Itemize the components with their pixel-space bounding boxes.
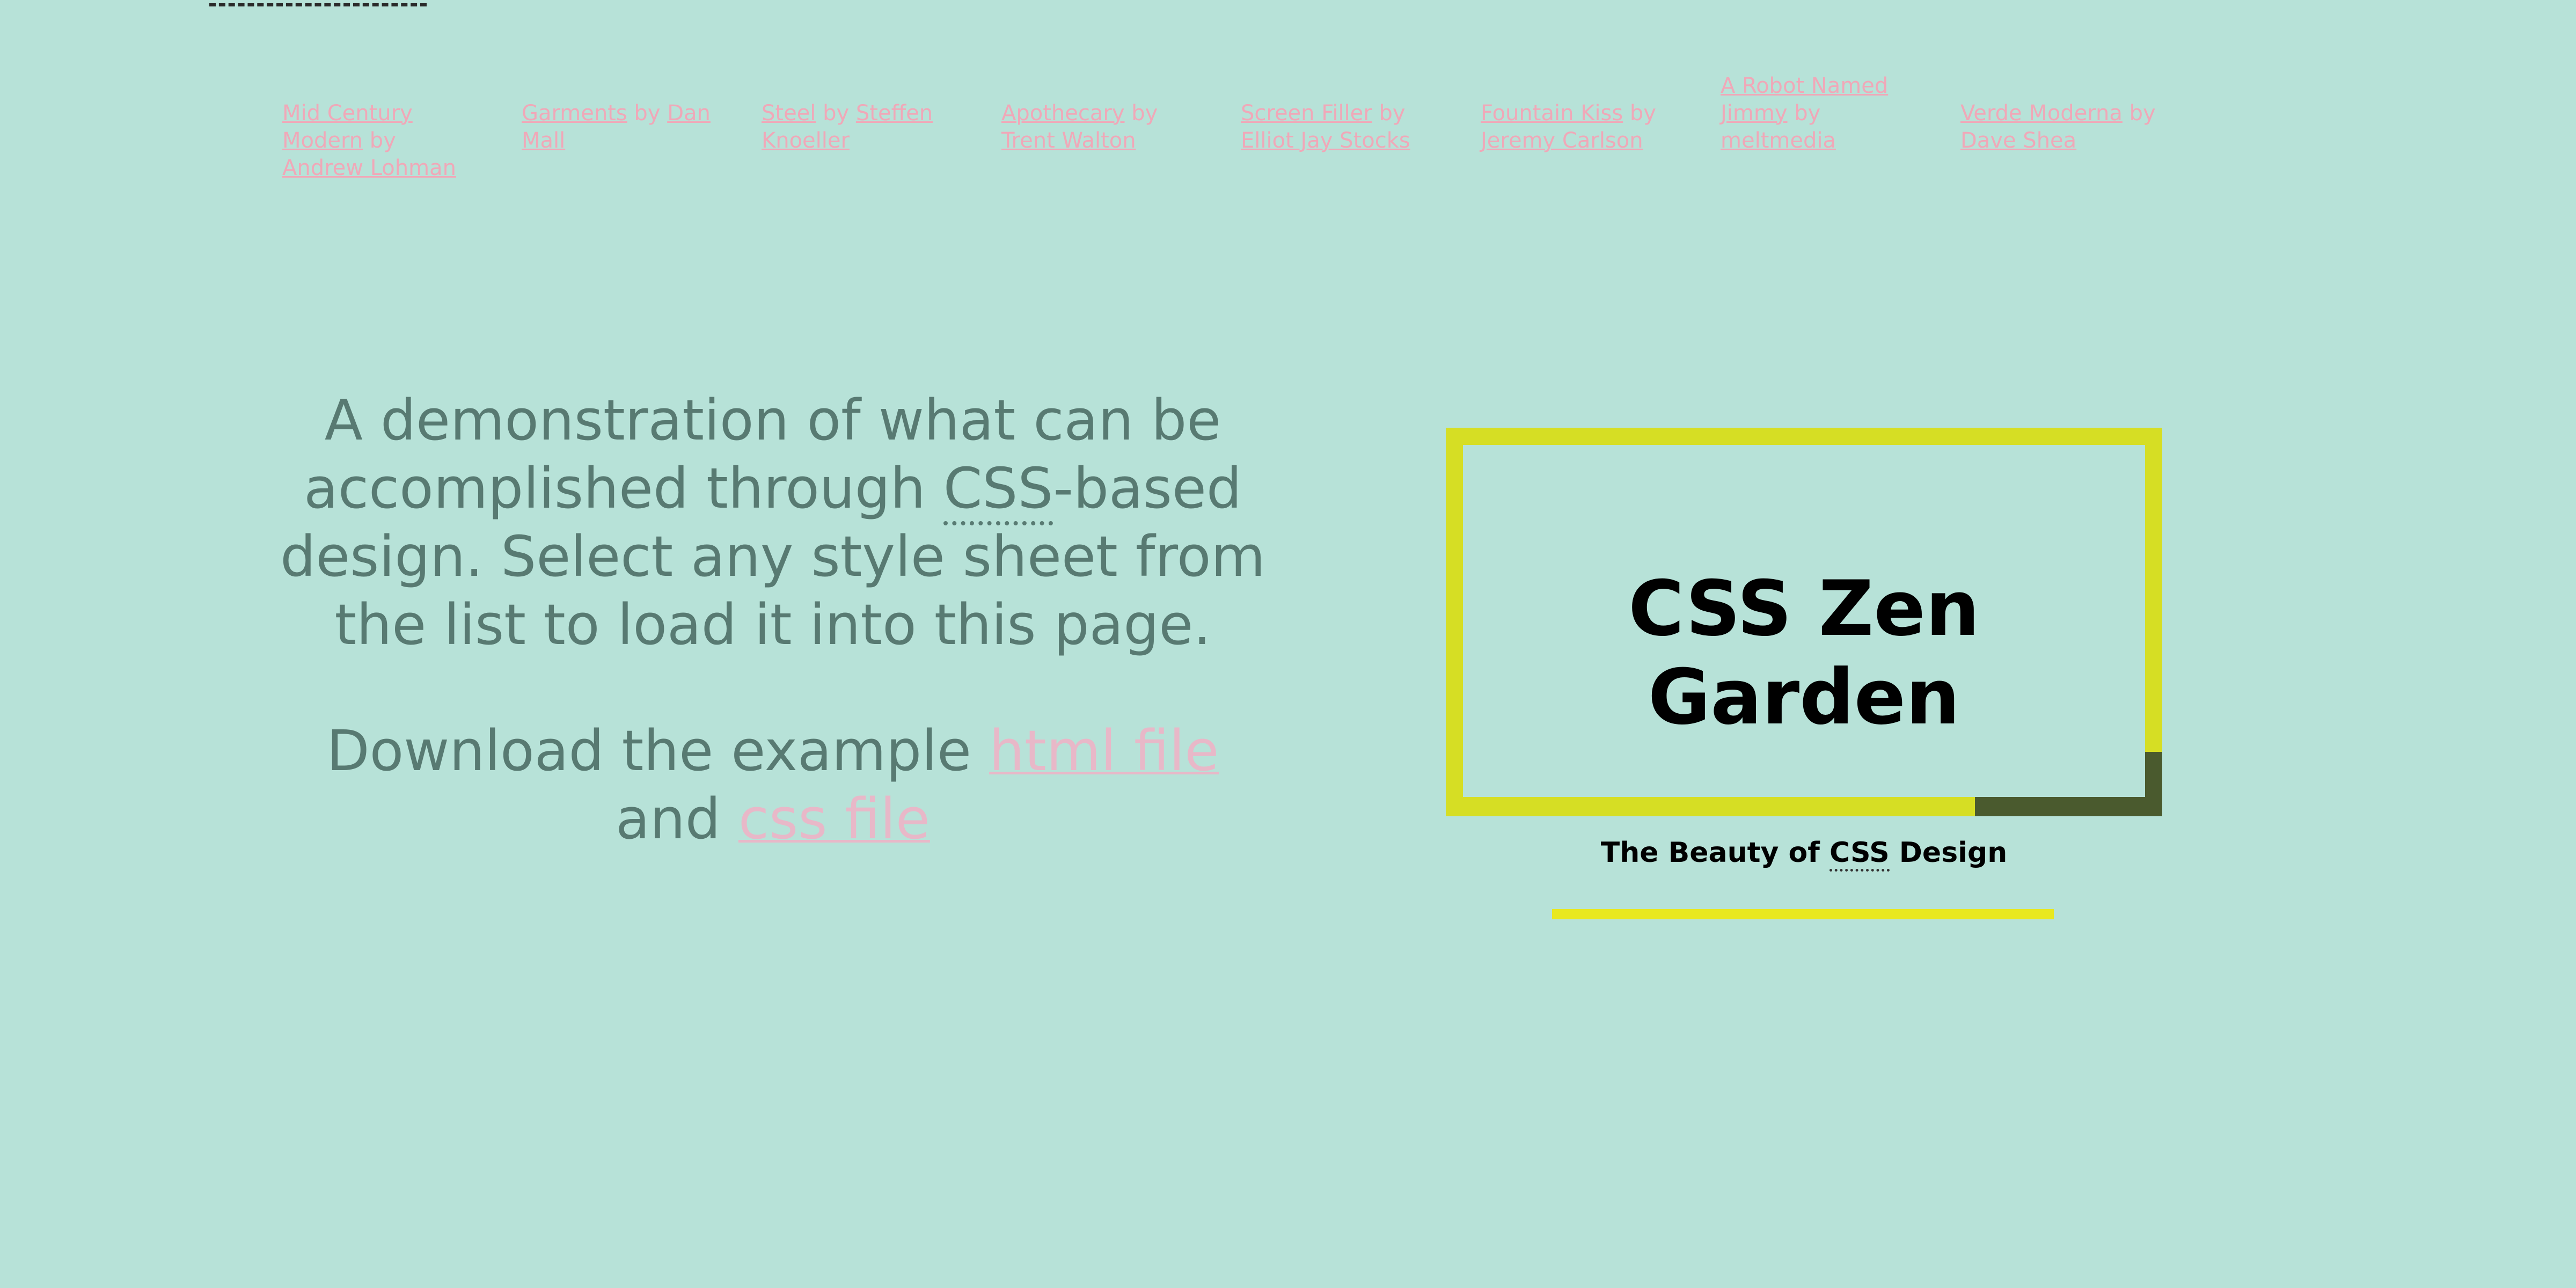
- design-item: Apothecary by Trent Walton: [1001, 100, 1203, 155]
- design-item: Garments by Dan Mall: [522, 100, 723, 155]
- page-title: CSS Zen Garden: [1628, 565, 1980, 742]
- design-author-link[interactable]: Jeremy Carlson: [1481, 128, 1643, 153]
- design-title-link[interactable]: Verde Moderna: [1960, 101, 2123, 126]
- design-title-link[interactable]: Apothecary: [1001, 101, 1125, 126]
- design-item: Mid Century Modern by Andrew Lohman: [282, 100, 484, 182]
- design-by-text: by: [369, 128, 396, 153]
- intro-description: A demonstration of what can be accomplis…: [279, 386, 1267, 659]
- design-title-link[interactable]: Screen Filler: [1241, 101, 1372, 126]
- title-frame: CSS Zen Garden: [1446, 428, 2162, 816]
- frame-corner-accent: [1975, 797, 2162, 816]
- design-by-text: by: [1131, 101, 1158, 126]
- css-abbreviation: CSS: [1829, 837, 1890, 872]
- design-by-text: by: [823, 101, 850, 126]
- design-item: Fountain Kiss by Jeremy Carlson: [1481, 100, 1682, 155]
- design-item: Verde Moderna by Dave Shea: [1960, 100, 2162, 155]
- css-file-link[interactable]: css file: [738, 786, 930, 852]
- design-item: A Robot Named Jimmy by meltmedia: [1721, 72, 1922, 155]
- download-and-text: and: [616, 786, 738, 852]
- page-tagline: The Beauty of CSS Design: [1446, 835, 2162, 872]
- tagline-text: Design: [1889, 837, 2008, 869]
- design-author-link[interactable]: Andrew Lohman: [282, 156, 456, 180]
- tagline-text: The Beauty of: [1600, 837, 1829, 869]
- download-text: Download the example: [326, 718, 990, 784]
- design-author-link[interactable]: Elliot Jay Stocks: [1241, 128, 1410, 153]
- design-by-text: by: [1379, 101, 1406, 126]
- design-author-link[interactable]: Trent Walton: [1001, 128, 1136, 153]
- design-item: Steel by Steffen Knoeller: [762, 100, 963, 155]
- design-selection-list: Mid Century Modern by Andrew Lohman Garm…: [282, 0, 2429, 180]
- design-by-text: by: [2129, 101, 2156, 126]
- design-title-link[interactable]: Fountain Kiss: [1481, 101, 1623, 126]
- design-by-text: by: [1794, 101, 1821, 126]
- design-by-text: by: [1629, 101, 1656, 126]
- html-file-link[interactable]: html file: [989, 718, 1219, 784]
- intro-section: A demonstration of what can be accomplis…: [279, 386, 1267, 853]
- design-title-link[interactable]: Steel: [762, 101, 816, 126]
- decorative-underline-bar: [1552, 909, 2054, 919]
- design-author-link[interactable]: Dave Shea: [1960, 128, 2076, 153]
- design-author-link[interactable]: meltmedia: [1721, 128, 1836, 153]
- frame-corner-accent: [2145, 752, 2162, 816]
- css-abbreviation: CSS: [943, 456, 1053, 525]
- download-line: Download the example html file and css f…: [279, 717, 1267, 853]
- design-by-text: by: [634, 101, 661, 126]
- design-title-link[interactable]: Garments: [522, 101, 627, 126]
- design-item: Screen Filler by Elliot Jay Stocks: [1241, 100, 1442, 155]
